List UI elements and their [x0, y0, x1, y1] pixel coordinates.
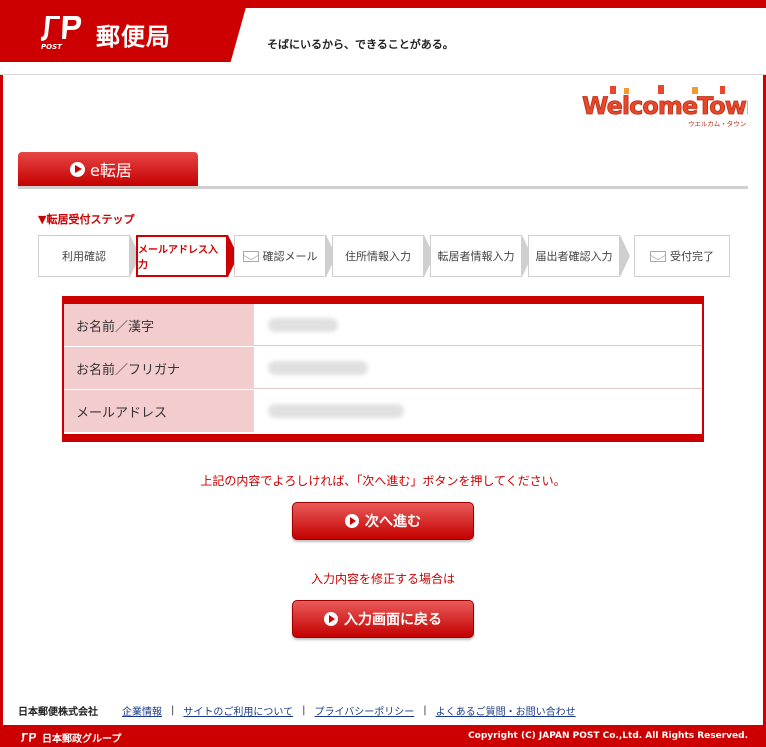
envelope-icon [650, 250, 666, 262]
row-label-name-kana: お名前／フリガナ [64, 347, 254, 389]
step-title: ▼転居受付ステップ [38, 213, 135, 226]
step-label: 受付完了 [670, 250, 714, 263]
site-logo-text: 郵便局 [96, 23, 171, 51]
japan-post-logo-icon [21, 732, 37, 742]
brand-block[interactable]: POST 郵便局 [0, 0, 248, 62]
confirmation-table: お名前／漢字 お名前／フリガナ メールアドレス [62, 296, 704, 442]
step-mover-info: 転居者情報入力 [430, 235, 522, 277]
logo-mark-label: POST [41, 43, 63, 51]
step-label: 転居者情報入力 [437, 250, 515, 263]
step-label: メールアドレス入力 [138, 245, 218, 271]
row-label-email: メールアドレス [64, 390, 254, 432]
footer-group-name: 日本郵政グループ [42, 734, 122, 745]
table-row: お名前／フリガナ [64, 347, 702, 389]
edit-message: 入力内容を修正する場合は [310, 572, 455, 586]
back-to-input-button[interactable]: 入力画面に戻る [292, 600, 474, 638]
next-button-label: 次へ進む [365, 514, 421, 530]
play-circle-icon [70, 162, 85, 177]
footer-link-corporate[interactable]: 企業情報 [122, 703, 162, 718]
footer-separator: | [171, 705, 175, 716]
step-email-input: メールアドレス入力 [136, 235, 228, 277]
footer-link-privacy[interactable]: プライバシーポリシー [314, 703, 414, 718]
row-label-name-kanji: お名前／漢字 [64, 304, 254, 346]
step-indicator: 利用確認 メールアドレス入力 確認メール 住所情報入力 転居者情報入力 届出者確… [38, 235, 730, 277]
step-complete: 受付完了 [634, 235, 730, 277]
footer-company-name: 日本郵便株式会社 [18, 707, 98, 718]
left-border [0, 75, 3, 725]
copyright-text: Copyright (C) JAPAN POST Co.,Ltd. All Ri… [468, 731, 748, 741]
step-confirm-mail: 確認メール [234, 235, 326, 277]
next-button[interactable]: 次へ進む [292, 502, 474, 540]
site-header: POST 郵便局 そばにいるから、できることがある。 [0, 0, 766, 75]
row-value-redacted [268, 404, 404, 418]
header-slogan: そばにいるから、できることがある。 [267, 38, 454, 51]
welcome-town-title: WelcomeTown [582, 92, 748, 120]
table-row: メールアドレス [64, 390, 702, 432]
confirm-message: 上記の内容でよろしければ、「次へ進む」ボタンを押してください。 [200, 474, 566, 488]
footer-bar: 日本郵政グループ Copyright (C) JAPAN POST Co.,Lt… [0, 725, 766, 747]
step-applicant-confirm: 届出者確認入力 [528, 235, 620, 277]
step-label: 利用確認 [62, 250, 106, 263]
step-label: 住所情報入力 [345, 250, 411, 263]
table-row: お名前／漢字 [64, 304, 702, 346]
welcome-town-logo[interactable]: WelcomeTown ウエルカム・タウン [580, 84, 748, 128]
footer-link-faq[interactable]: よくあるご質問・お問い合わせ [436, 703, 576, 718]
section-tab-e-tenkyo[interactable]: e転居 [18, 152, 198, 186]
envelope-icon [242, 250, 259, 262]
footer-links: 日本郵便株式会社 企業情報 | サイトのご利用について | プライバシーポリシー… [18, 703, 758, 718]
section-divider [18, 186, 748, 189]
section-tab-label: e転居 [90, 161, 132, 180]
step-label: 届出者確認入力 [535, 250, 613, 263]
footer-group-logo[interactable]: 日本郵政グループ [20, 730, 121, 745]
footer-link-terms[interactable]: サイトのご利用について [183, 703, 293, 718]
footer-separator: | [423, 705, 427, 716]
footer-separator: | [302, 705, 306, 716]
row-value-redacted [268, 361, 368, 375]
japan-post-logo-icon: POST [41, 16, 82, 51]
back-button-label: 入力画面に戻る [344, 612, 442, 628]
step-label: 確認メール [262, 250, 318, 263]
step-usage-confirm: 利用確認 [38, 235, 130, 277]
step-arrow [620, 235, 630, 277]
row-value-redacted [268, 318, 338, 332]
play-circle-icon [324, 612, 338, 626]
welcome-town-subtitle: ウエルカム・タウン [688, 119, 746, 128]
step-address-input: 住所情報入力 [332, 235, 424, 277]
play-circle-icon [345, 514, 359, 528]
